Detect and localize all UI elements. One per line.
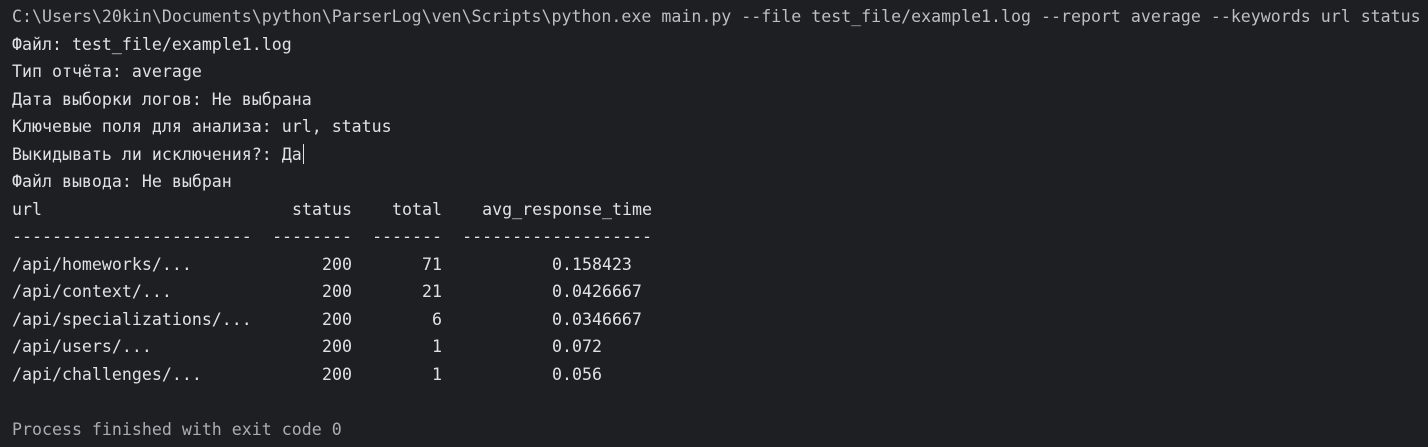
cell-status: 200 (322, 282, 352, 301)
table-row: /api/homeworks/... 200 71 0.158423 (12, 251, 1428, 279)
cell-status: 200 (322, 364, 352, 384)
header-avg-response-time: avg_response_time (482, 199, 652, 219)
cell-avg-response-time: 0.158423 (552, 254, 632, 274)
separator-status: -------- (272, 227, 352, 246)
cell-total: 1 (432, 364, 442, 384)
cell-total: 6 (432, 309, 442, 329)
cell-avg-response-time: 0.072 (552, 337, 602, 356)
info-file: Файл: test_file/example1.log (12, 34, 292, 54)
info-keywords: Ключевые поля для анализа: url, status (12, 117, 392, 136)
cell-total: 1 (432, 337, 442, 356)
process-finished-message: Process finished with exit code 0 (12, 419, 342, 439)
cell-status: 200 (322, 254, 352, 274)
cell-status: 200 (322, 337, 352, 356)
cell-url: /api/homeworks/... (12, 254, 192, 274)
table-header: url status total avg_response_time (12, 196, 1428, 224)
cell-url: /api/users/... (12, 337, 152, 356)
command-line: C:\Users\20kin\Documents\python\ParserLo… (12, 7, 1421, 26)
table-row: /api/challenges/... 200 1 0.056 (12, 361, 1428, 389)
cell-url: /api/context/... (12, 282, 172, 301)
table-row: /api/specializations/... 200 6 0.0346667 (12, 306, 1428, 334)
table-row: /api/users/... 200 1 0.072 (12, 333, 1428, 361)
cell-status: 200 (322, 309, 352, 329)
cell-avg-response-time: 0.056 (552, 364, 602, 384)
separator-url: ------------------------ (12, 227, 252, 246)
info-output-file: Файл вывода: Не выбран (12, 172, 232, 191)
cell-url: /api/challenges/... (12, 364, 202, 384)
table-separator: ------------------------ -------- ------… (12, 223, 1428, 251)
header-total: total (392, 199, 442, 219)
cell-total: 71 (422, 254, 442, 274)
cell-avg-response-time: 0.0426667 (552, 282, 642, 301)
info-raise-exceptions: Выкидывать ли исключения?: Да (12, 144, 302, 164)
cell-avg-response-time: 0.0346667 (552, 309, 642, 329)
separator-total: ------- (372, 227, 442, 246)
header-status: status (292, 199, 352, 219)
text-cursor (302, 143, 304, 164)
cell-total: 21 (422, 282, 442, 301)
header-url: url (12, 199, 42, 219)
cell-url: /api/specializations/... (12, 309, 252, 329)
run-console-output[interactable]: C:\Users\20kin\Documents\python\ParserLo… (0, 0, 1428, 447)
info-log-date: Дата выборки логов: Не выбрана (12, 89, 312, 109)
info-report-type: Тип отчёта: average (12, 62, 202, 81)
table-row: /api/context/... 200 21 0.0426667 (12, 278, 1428, 306)
info-raise-exceptions-line: Выкидывать ли исключения?: Да (12, 141, 1428, 169)
separator-avg-response-time: ------------------- (462, 227, 652, 246)
